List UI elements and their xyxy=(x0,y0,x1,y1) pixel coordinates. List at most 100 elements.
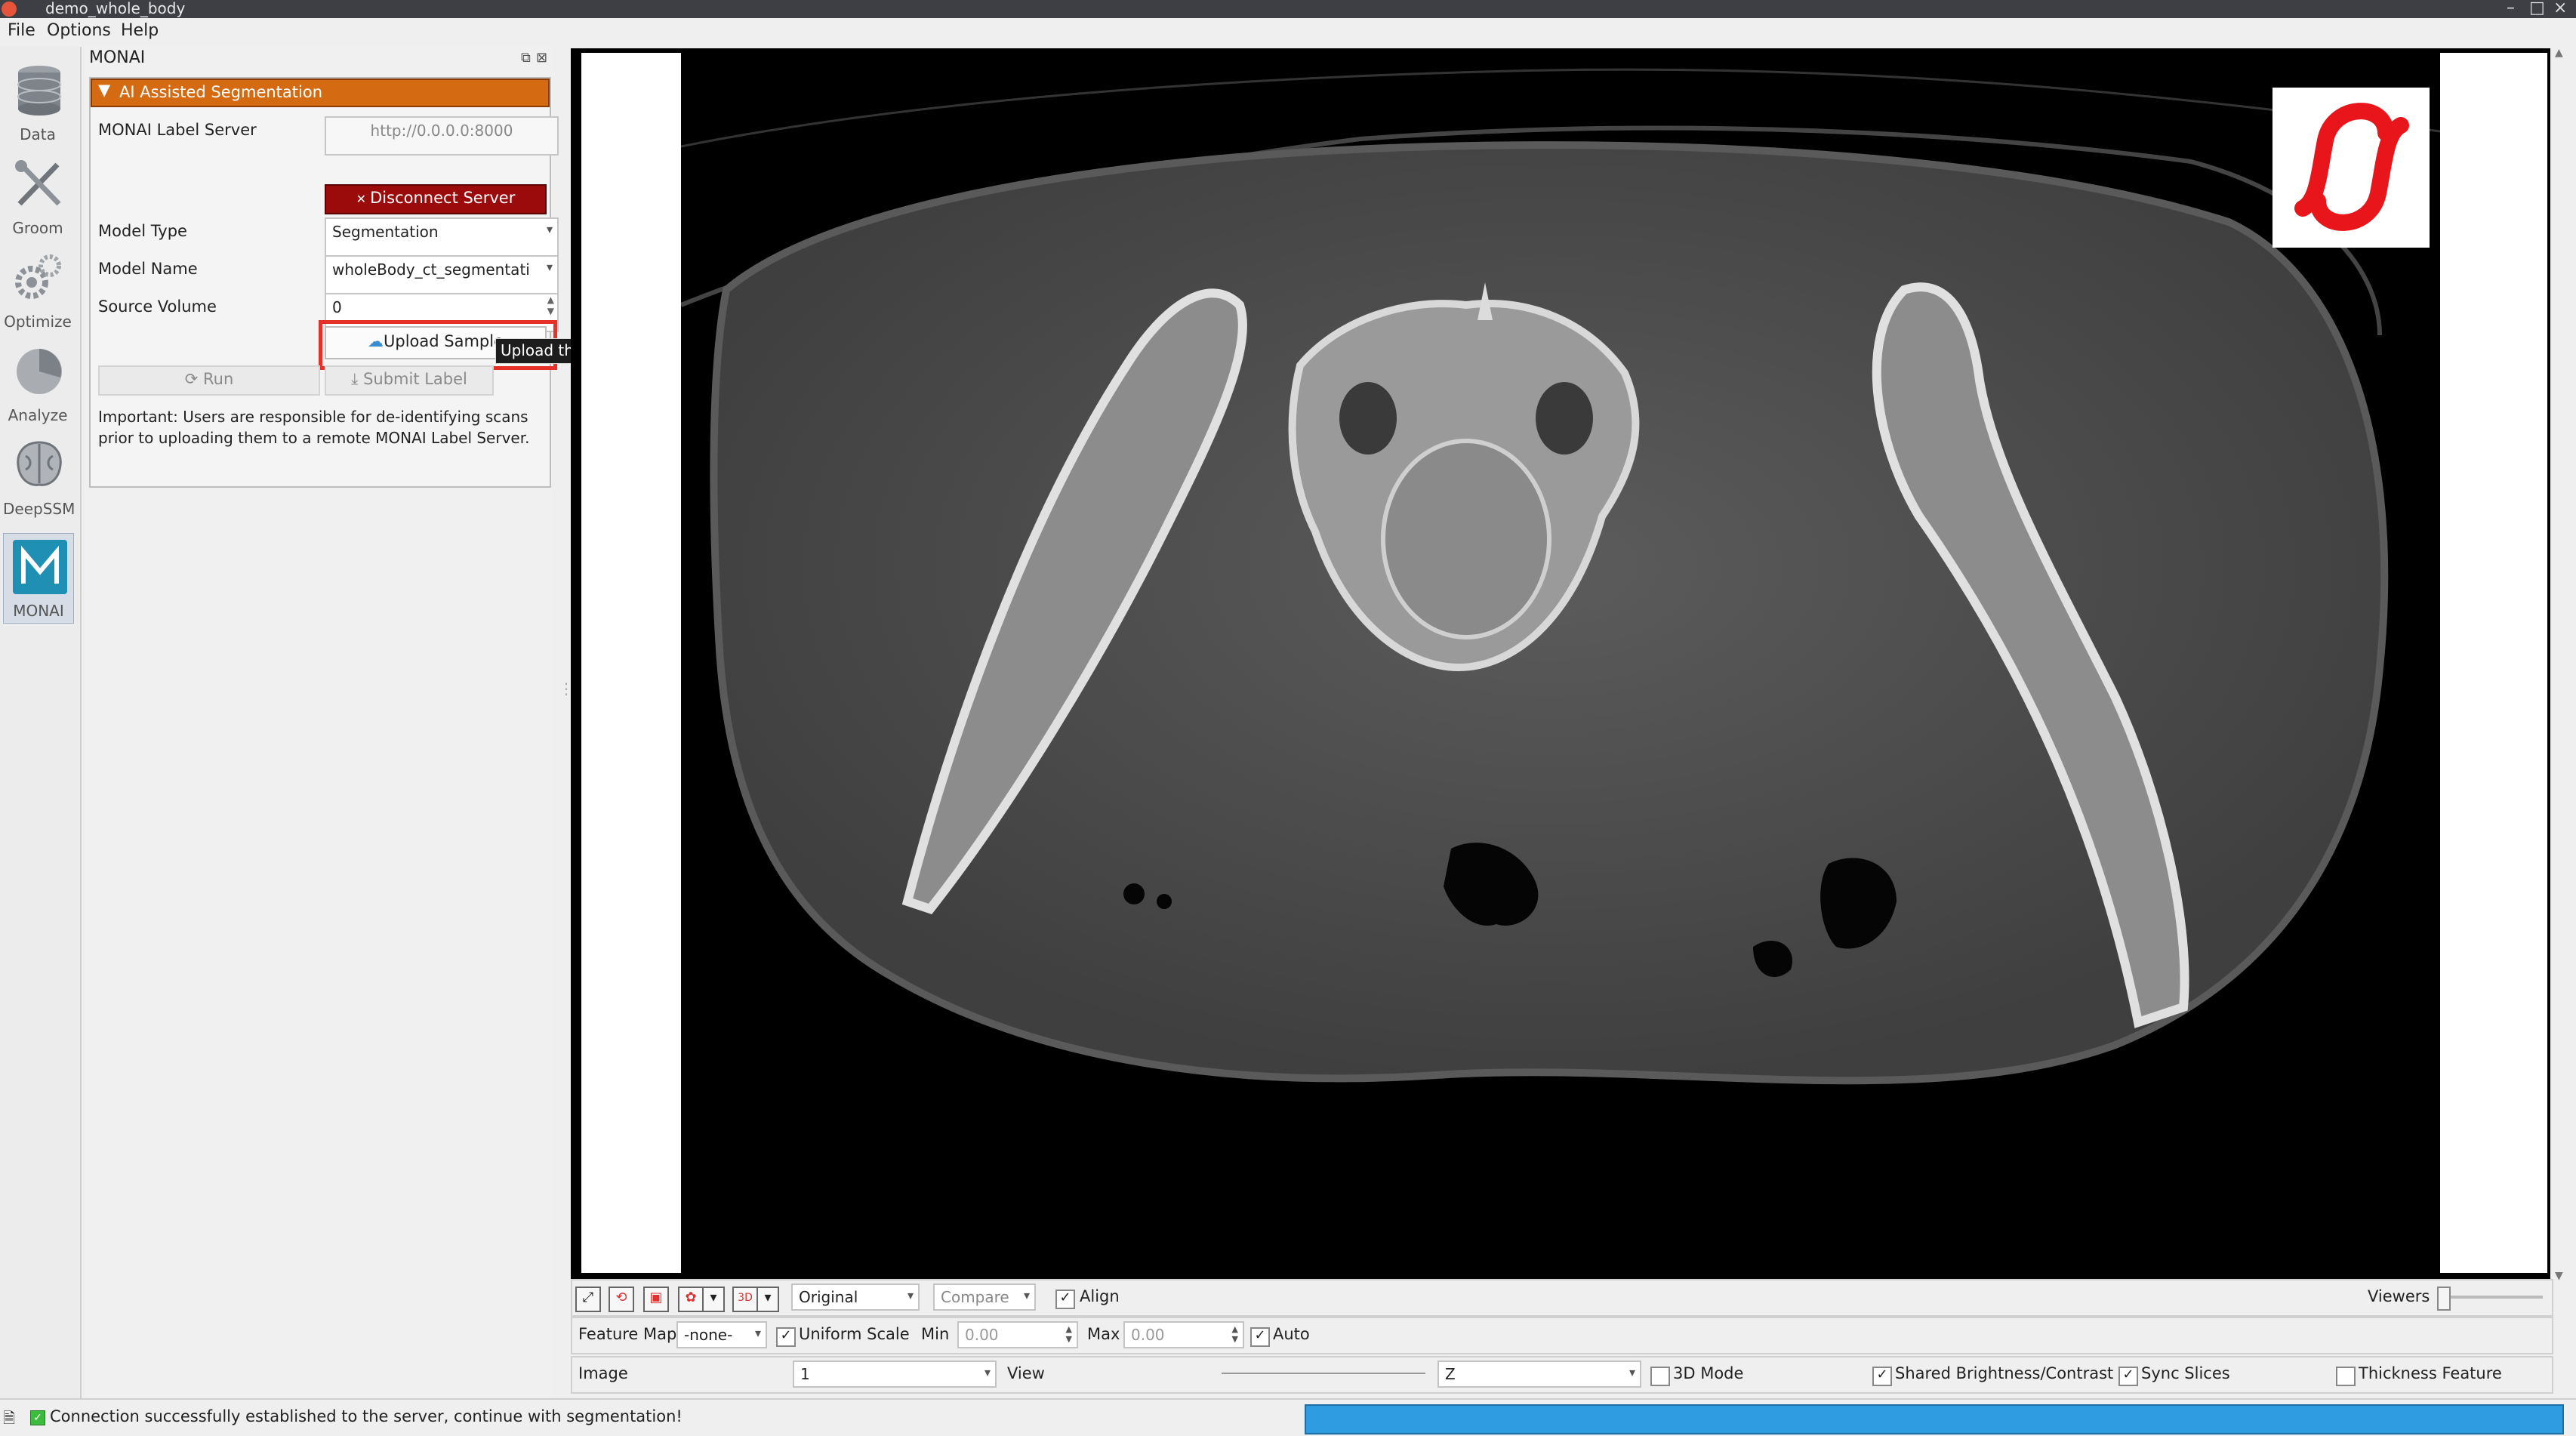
menu-options[interactable]: Options xyxy=(47,21,111,40)
auto-checkbox[interactable]: ✓ xyxy=(1250,1327,1270,1347)
module-label: Data xyxy=(20,125,56,143)
ai-segmentation-group: ▼ AI Assisted Segmentation MONAI Label S… xyxy=(89,77,559,488)
module-label: MONAI xyxy=(13,602,64,620)
panel-title: MONAI xyxy=(89,48,146,67)
shapeworks-logo-icon xyxy=(2294,103,2409,231)
success-check-icon: ✓ xyxy=(30,1410,45,1425)
group-header[interactable]: ▼ AI Assisted Segmentation xyxy=(91,79,550,107)
run-label: Run xyxy=(203,370,234,388)
source-volume-value: 0 xyxy=(332,298,342,316)
module-deepssm[interactable]: DeepSSM xyxy=(3,432,75,521)
viewer-scrollbar[interactable]: ▲ ▼ xyxy=(2552,47,2570,1285)
thickness-feature-checkbox[interactable] xyxy=(2336,1367,2356,1386)
uniform-scale-checkbox[interactable]: ✓ xyxy=(776,1327,796,1347)
viewer-padding xyxy=(581,53,681,1273)
monai-icon xyxy=(13,540,67,594)
camera-icon[interactable]: ▣ xyxy=(643,1287,669,1312)
progress-bar xyxy=(1305,1404,2564,1434)
scroll-up-icon[interactable]: ▲ xyxy=(2555,47,2563,59)
close-icon[interactable]: × xyxy=(2553,0,2567,17)
module-monai[interactable]: MONAI xyxy=(3,533,74,624)
module-data[interactable]: Data xyxy=(3,57,72,146)
image-value: 1 xyxy=(800,1365,810,1383)
minimize-icon[interactable]: – xyxy=(2507,0,2515,17)
module-optimize[interactable]: Optimize xyxy=(3,245,72,334)
auto-label: Auto xyxy=(1273,1325,1310,1343)
slider-handle[interactable] xyxy=(2437,1287,2451,1311)
window-title: demo_whole_body xyxy=(45,0,186,17)
float-panel-icon[interactable]: ⧉ xyxy=(521,50,531,66)
3d-mode-checkbox[interactable] xyxy=(1650,1367,1670,1386)
tools-icon xyxy=(15,160,61,206)
spin-arrows-icon[interactable]: ▲ ▼ xyxy=(1232,1324,1238,1344)
statusbar: 🗎 ✓ Connection successfully established … xyxy=(0,1398,2576,1436)
display-mode-select[interactable]: Original ▾ xyxy=(791,1283,920,1311)
submit-label-button[interactable]: ⤓ Submit Label xyxy=(325,365,494,396)
image-toolbar: Image 1 ▾ View Z ▾ 3D Mode ✓ Shared Brig… xyxy=(571,1356,2553,1394)
refresh-icon: ⟳ xyxy=(184,370,203,388)
ct-slice-image xyxy=(681,48,2440,1279)
monai-panel: MONAI ⧉ ⊠ ▼ AI Assisted Segmentation MON… xyxy=(85,47,559,1398)
axis-select[interactable]: Z ▾ xyxy=(1437,1361,1641,1388)
collapse-triangle-icon[interactable]: ▼ xyxy=(98,81,110,99)
chevron-down-icon[interactable]: ▾ xyxy=(702,1287,725,1312)
viewers-slider[interactable] xyxy=(2437,1287,2543,1311)
reset-view-icon[interactable]: ⟲ xyxy=(609,1287,634,1312)
disconnect-icon: ✕ xyxy=(356,192,371,206)
fit-view-icon[interactable]: ⤢ xyxy=(575,1287,601,1312)
model-type-select[interactable]: Segmentation ▾ xyxy=(325,217,559,257)
status-message: Connection successfully established to t… xyxy=(50,1407,683,1425)
image-label: Image xyxy=(578,1364,628,1382)
maximize-icon[interactable]: □ xyxy=(2529,0,2545,17)
model-name-label: Model Name xyxy=(98,260,198,278)
server-url-field: http://0.0.0.0:8000 xyxy=(325,116,559,156)
menu-help[interactable]: Help xyxy=(121,21,159,40)
axis-value: Z xyxy=(1445,1365,1456,1383)
compare-value: Compare xyxy=(941,1288,1009,1306)
compare-select[interactable]: Compare ▾ xyxy=(933,1283,1036,1311)
group-title: AI Assisted Segmentation xyxy=(119,83,323,101)
align-label: Align xyxy=(1080,1287,1120,1305)
model-type-label: Model Type xyxy=(98,222,187,240)
feature-map-value: -none- xyxy=(684,1326,733,1344)
download-icon: ⤓ xyxy=(351,370,364,388)
database-icon xyxy=(17,66,61,116)
max-label: Max xyxy=(1087,1325,1120,1343)
scroll-down-icon[interactable]: ▼ xyxy=(2555,1270,2563,1282)
align-checkbox[interactable]: ✓ xyxy=(1055,1290,1075,1309)
shared-brightness-label: Shared Brightness/Contrast xyxy=(1895,1364,2114,1382)
run-button[interactable]: ⟳ Run xyxy=(98,365,320,396)
image-select[interactable]: 1 ▾ xyxy=(793,1361,997,1388)
feature-map-select[interactable]: -none- ▾ xyxy=(676,1321,767,1348)
glyph-icon[interactable]: ✿ xyxy=(678,1287,704,1312)
log-icon[interactable]: 🗎 xyxy=(3,1407,15,1433)
sync-slices-checkbox[interactable]: ✓ xyxy=(2118,1367,2138,1386)
module-analyze[interactable]: Analyze xyxy=(3,338,72,427)
3d-mode-label: 3D Mode xyxy=(1673,1364,1744,1382)
max-field[interactable]: 0.00 ▲ ▼ xyxy=(1123,1321,1244,1348)
feature-map-label: Feature Map xyxy=(578,1325,677,1343)
chevron-down-icon: ▾ xyxy=(1628,1365,1635,1379)
max-value: 0.00 xyxy=(1131,1326,1165,1344)
viewer-toolbar: ⤢ ⟲ ▣ ✿ ▾ 3D ▾ Original ▾ Compare ▾ ✓ Al… xyxy=(571,1279,2553,1317)
menu-file[interactable]: File xyxy=(8,21,35,40)
disconnect-server-button[interactable]: ✕ Disconnect Server xyxy=(325,184,547,214)
close-panel-icon[interactable]: ⊠ xyxy=(536,50,547,66)
module-label: DeepSSM xyxy=(3,500,75,518)
view-slider[interactable] xyxy=(1222,1373,1425,1374)
chevron-down-icon: ▾ xyxy=(984,1365,991,1379)
chevron-down-icon[interactable]: ▾ xyxy=(756,1287,779,1312)
module-toolbar: Data Groom Optimize Analyze DeepSSM MONA… xyxy=(0,47,82,1398)
spin-arrows-icon[interactable]: ▲ ▼ xyxy=(547,294,554,317)
disconnect-label: Disconnect Server xyxy=(370,189,516,207)
module-groom[interactable]: Groom xyxy=(3,151,72,240)
shared-brightness-checkbox[interactable]: ✓ xyxy=(1872,1367,1892,1386)
spin-arrows-icon[interactable]: ▲ ▼ xyxy=(1066,1324,1072,1344)
model-name-select[interactable]: wholeBody_ct_segmentati ▾ xyxy=(325,255,559,294)
sync-slices-label: Sync Slices xyxy=(2141,1364,2230,1382)
module-label: Optimize xyxy=(4,313,72,331)
3d-view-icon[interactable]: 3D xyxy=(732,1287,758,1312)
thickness-feature-label: Thickness Feature xyxy=(2359,1364,2502,1382)
model-type-value: Segmentation xyxy=(332,223,439,241)
min-field[interactable]: 0.00 ▲ ▼ xyxy=(957,1321,1078,1348)
